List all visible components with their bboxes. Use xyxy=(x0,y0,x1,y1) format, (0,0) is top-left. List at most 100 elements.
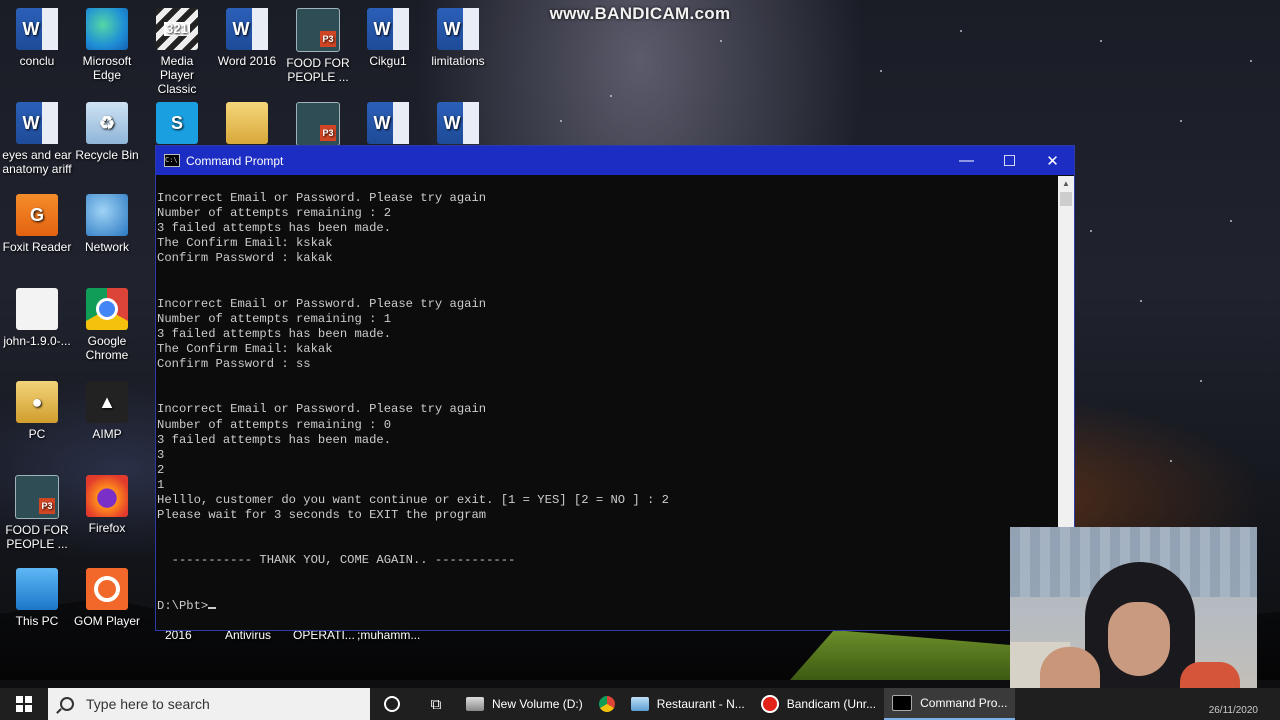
taskbar-item-chrome[interactable] xyxy=(591,688,623,720)
cmd-app-icon: C:\ xyxy=(164,154,180,167)
desktop-icon-edge[interactable]: Microsoft Edge xyxy=(72,8,142,82)
drive-icon xyxy=(466,697,484,711)
desktop-icon-chrome[interactable]: Google Chrome xyxy=(72,288,142,362)
console-line: Number of attempts remaining : 0 xyxy=(157,417,392,432)
desktop-icon-label: limitations xyxy=(431,54,485,68)
taskbar-clock[interactable]: 26/11/2020 xyxy=(1209,705,1258,716)
powerpoint-file-icon: P3 xyxy=(296,8,340,52)
desktop-icon-label: Recycle Bin xyxy=(75,148,139,162)
desktop-icon-label: Google Chrome xyxy=(85,334,129,362)
desktop-icon-pc[interactable]: ● PC xyxy=(2,381,72,441)
desktop-icon-network[interactable]: Network xyxy=(72,194,142,254)
taskbar: Type here to search ⧉ New Volume (D:) Re… xyxy=(0,688,1280,720)
desktop-icon-word-4[interactable]: W xyxy=(423,102,493,148)
desktop-icon-conclu[interactable]: W conclu xyxy=(2,8,72,68)
command-prompt-window[interactable]: C:\ Command Prompt — ☐ ✕ Incorrect Email… xyxy=(155,145,1075,631)
cmd-icon xyxy=(892,695,913,711)
desktop-icon-gom-player[interactable]: GOM Player xyxy=(72,568,142,628)
taskbar-item-label: Restaurant - N... xyxy=(656,697,745,711)
console-output[interactable]: Incorrect Email or Password. Please try … xyxy=(156,176,1058,630)
console-line: 1 xyxy=(157,477,165,492)
desktop-icon-label: AIMP xyxy=(92,427,122,441)
taskbar-item-label: Command Pro... xyxy=(920,696,1008,710)
desktop-icon-eyes-and-ear[interactable]: W eyes and ear anatomy ariff xyxy=(2,102,72,176)
word-doc-icon: W xyxy=(16,102,58,144)
network-icon xyxy=(86,194,128,236)
desktop-icon-label: GOM Player xyxy=(73,614,140,628)
desktop-icon-label: john-1.9.0-... xyxy=(3,334,71,348)
console-line: Confirm Password : kakak xyxy=(157,251,333,266)
desktop-icon-aimp[interactable]: ▲ AIMP xyxy=(72,381,142,441)
console-line: The Confirm Email: kskak xyxy=(157,236,333,251)
console-line: Helllo, customer do you want continue or… xyxy=(157,492,669,507)
notepad-icon xyxy=(630,697,649,711)
title-bar[interactable]: C:\ Command Prompt — ☐ ✕ xyxy=(156,146,1074,175)
desktop-icon-cikgu1[interactable]: W Cikgu1 xyxy=(353,8,423,68)
start-button[interactable] xyxy=(0,688,48,720)
taskbar-search-box[interactable]: Type here to search xyxy=(48,688,370,720)
close-button[interactable]: ✕ xyxy=(1031,146,1074,175)
taskbar-item-new-volume[interactable]: New Volume (D:) xyxy=(458,688,591,720)
console-line: Incorrect Email or Password. Please try … xyxy=(157,296,487,311)
minimize-button[interactable]: — xyxy=(945,146,988,175)
scroll-up-arrow-icon[interactable]: ▲ xyxy=(1058,176,1074,190)
taskbar-item-command-prompt[interactable]: Command Pro... xyxy=(884,688,1016,720)
scroll-thumb[interactable] xyxy=(1060,192,1072,206)
word-app-icon: W xyxy=(226,8,268,50)
desktop-icon-media-player[interactable]: 321 Media Player Classic xyxy=(142,8,212,96)
bandicam-icon xyxy=(760,695,779,713)
aimp-icon: ▲ xyxy=(86,381,128,423)
taskbar-item-restaurant[interactable]: Restaurant - N... xyxy=(623,688,753,720)
cortana-circle-icon xyxy=(384,696,400,712)
desktop-icon-firefox[interactable]: Firefox xyxy=(72,475,142,535)
task-view-icon: ⧉ xyxy=(430,695,442,713)
desktop-icon-label: Cikgu1 xyxy=(369,54,407,68)
word-doc-icon: W xyxy=(367,102,409,144)
console-prompt: D:\Pbt> xyxy=(157,598,209,613)
desktop-icon-ppt-2[interactable]: P3 xyxy=(283,102,353,150)
desktop-icon-food-for-people-2[interactable]: P3 FOOD FOR PEOPLE ... xyxy=(2,475,72,551)
maximize-button[interactable]: ☐ xyxy=(988,146,1031,175)
cortana-button[interactable] xyxy=(370,696,414,712)
file-icon xyxy=(16,288,58,330)
desktop-icon-recycle-bin[interactable]: ♻ Recycle Bin xyxy=(72,102,142,162)
taskbar-item-bandicam[interactable]: Bandicam (Unr... xyxy=(753,688,884,720)
desktop-icon-label: Word 2016 xyxy=(217,54,277,68)
desktop-icon-skype[interactable]: S xyxy=(142,102,212,148)
task-view-button[interactable]: ⧉ xyxy=(414,696,458,713)
console-line: 3 xyxy=(157,447,165,462)
desktop-icon-john[interactable]: john-1.9.0-... xyxy=(2,288,72,348)
desktop-icon-folder[interactable] xyxy=(212,102,282,148)
desktop-icon-label: Microsoft Edge xyxy=(82,54,132,82)
foxit-reader-icon: G xyxy=(16,194,58,236)
powerpoint-file-icon: P3 xyxy=(15,475,59,519)
skype-icon: S xyxy=(156,102,198,144)
desktop-icon-food-for-people[interactable]: P3 FOOD FOR PEOPLE ... xyxy=(283,8,353,84)
console-line: Number of attempts remaining : 1 xyxy=(157,311,392,326)
desktop-icon-label: Foxit Reader xyxy=(2,240,72,254)
search-icon xyxy=(60,697,74,711)
console-prompt-line[interactable]: D:\Pbt> xyxy=(157,599,1058,614)
desktop-icon-word-2016[interactable]: W Word 2016 xyxy=(212,8,282,68)
console-line: The Confirm Email: kakak xyxy=(157,342,333,357)
console-line: 2 xyxy=(157,462,165,477)
search-placeholder: Type here to search xyxy=(86,696,210,712)
folder-icon xyxy=(226,102,268,144)
taskbar-item-label: New Volume (D:) xyxy=(492,697,583,711)
desktop-icon-foxit[interactable]: G Foxit Reader xyxy=(2,194,72,254)
desktop-icon-word-3[interactable]: W xyxy=(353,102,423,148)
desktop-icon-this-pc[interactable]: This PC xyxy=(2,568,72,628)
console-line: Number of attempts remaining : 2 xyxy=(157,206,392,221)
edge-icon xyxy=(86,8,128,50)
console-line: 3 failed attempts has been made. xyxy=(157,432,392,447)
desktop-icon-limitations[interactable]: W limitations xyxy=(423,8,493,68)
desktop-icon-label: This PC xyxy=(15,614,59,628)
word-doc-icon: W xyxy=(437,8,479,50)
